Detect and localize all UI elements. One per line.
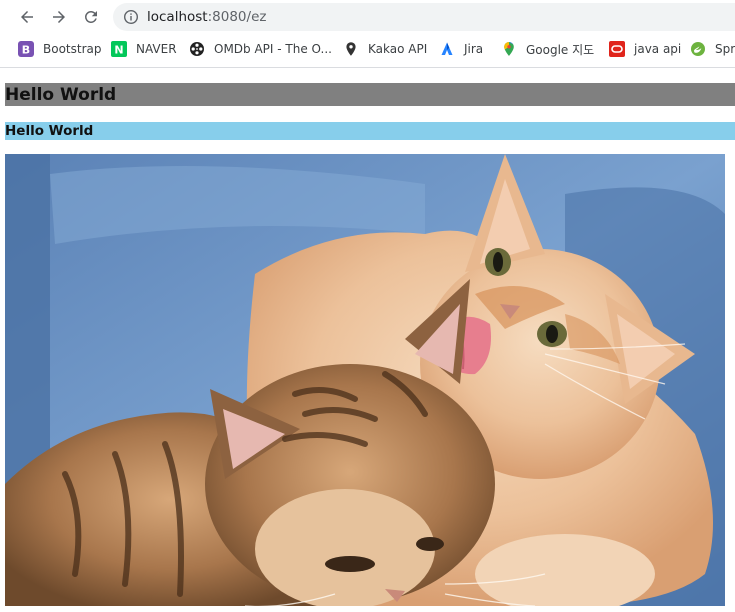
bookmark-label: NAVER	[136, 42, 177, 56]
bookmark-label: Bootstrap	[43, 42, 102, 56]
url-host: localhost	[147, 9, 208, 25]
film-reel-icon	[189, 41, 205, 57]
bookmark-naver[interactable]: N NAVER	[111, 40, 177, 58]
bookmark-google-maps[interactable]: Google 지도	[501, 40, 594, 58]
bootstrap-icon: B	[18, 41, 34, 57]
bookmark-label: OMDb API - The O...	[214, 42, 332, 56]
map-pin-icon	[343, 41, 359, 57]
kittens-image	[5, 154, 725, 606]
arrow-left-icon	[21, 11, 33, 23]
address-bar[interactable]: localhost:8080/ez	[113, 3, 735, 31]
google-maps-icon	[501, 41, 517, 57]
browser-window: localhost:8080/ez B Bootstrap N NAVER OM…	[0, 0, 735, 612]
bookmark-bootstrap[interactable]: B Bootstrap	[18, 40, 101, 58]
heading-hello-world-large: Hello World	[5, 83, 735, 106]
browser-toolbar: localhost:8080/ez	[0, 0, 735, 34]
url-path: :8080/ez	[207, 9, 267, 25]
bookmark-label: Kakao API	[368, 42, 428, 56]
spring-icon	[690, 41, 706, 57]
reload-button[interactable]	[79, 5, 103, 29]
bookmark-label: java api	[634, 42, 682, 56]
kittens-photo-illustration	[5, 154, 725, 606]
bookmark-jira[interactable]: Jira	[439, 40, 483, 58]
bookmark-java-api[interactable]: java api	[609, 40, 681, 58]
heading-hello-world-small: Hello World	[5, 122, 735, 140]
bookmarks-bar: B Bootstrap N NAVER OMDb API - The O... …	[0, 36, 735, 62]
forward-button[interactable]	[47, 5, 71, 29]
bookmark-spring[interactable]: Spr	[690, 40, 735, 58]
arrow-right-icon	[53, 11, 65, 23]
bookmark-kakao-api[interactable]: Kakao API	[343, 40, 427, 58]
bookmark-omdb[interactable]: OMDb API - The O...	[189, 40, 332, 58]
bookmark-label: Jira	[464, 42, 484, 56]
svg-text:B: B	[22, 44, 30, 57]
naver-icon: N	[111, 41, 127, 57]
jira-icon	[439, 41, 455, 57]
info-icon[interactable]	[123, 9, 139, 25]
svg-text:N: N	[114, 44, 123, 57]
bookmark-label: Google 지도	[526, 42, 595, 57]
bookmark-label: Spr	[715, 42, 735, 56]
reload-icon	[84, 10, 97, 23]
back-button[interactable]	[15, 5, 39, 29]
url-text: localhost:8080/ez	[147, 9, 266, 25]
oracle-icon	[609, 41, 625, 57]
page-content: Hello World Hello World	[0, 68, 735, 612]
